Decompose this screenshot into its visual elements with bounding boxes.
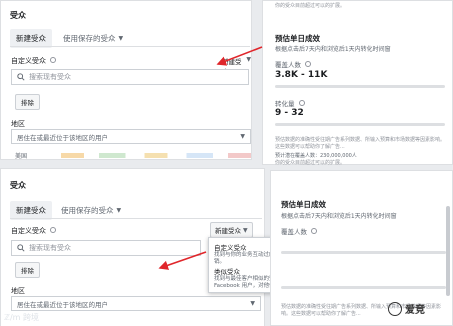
estimate-title: 预估单日成效 [281,200,326,209]
exclude-button[interactable]: 排除 [15,94,40,110]
info-icon [311,228,318,234]
search-placeholder: 搜索现有受众 [29,244,71,252]
reach-bar [275,85,445,88]
reach-bar [281,251,446,254]
reach-label: 覆盖人数 [275,59,312,69]
region-select[interactable]: 居住在或最近位于该地区的用户 ▼ [11,129,251,144]
search-icon [17,244,25,252]
search-icon [17,73,25,81]
estimate-panel-bottom: 预估单日成效 根据点击后7天内和浏览后1天内转化时间窗 覆盖人数 预估数据的准确… [270,170,453,326]
conversion-bar [281,286,446,289]
blurred-strip [61,153,251,158]
region-label: 地区 [11,287,25,295]
reach-label-text: 覆盖人数 [281,228,307,236]
new-audience-button[interactable]: 新建受众 ▼ [210,222,253,238]
watermark-logo-icon [388,301,402,316]
tab-divider [10,46,250,47]
region-select-value: 居住在或最近位于该地区的用户 [17,133,108,142]
custom-audience-label-text: 自定义受众 [11,227,46,235]
estimate-title: 预估单日成效 [275,34,320,43]
reach-value: 3.8K - 11K [275,70,328,80]
region-select[interactable]: 居住在或最近位于该地区的用户 ▼ [11,296,261,311]
section-title: 受众 [10,11,26,20]
audience-search-input[interactable]: 搜索现有受众 [11,69,249,85]
watermark-left: ℤ/m 跨境 [4,313,39,322]
potential-reach: 预计潜在覆盖人数：230,000,000人 [275,153,357,159]
reach-label: 覆盖人数 [281,226,318,236]
estimate-subtitle: 根据点击后7天内和浏览后1天内转化时间窗 [275,46,391,53]
audience-note-bottom: 你的受众目前超过可以的扩展。 [275,160,346,166]
scrollbar[interactable] [446,206,450,296]
custom-audience-label: 自定义受众 [11,226,57,236]
watermark-right: 爱竞 [388,301,425,316]
chevron-down-icon: ▼ [250,300,255,307]
conversion-value: 9 - 32 [275,108,304,118]
estimate-panel-top: 你的受众目前超过可以的扩展。 预估单日成效 根据点击后7天内和浏览后1天内转化时… [262,0,453,166]
custom-audience-label-text: 自定义受众 [11,57,46,65]
watermark-right-text: 爱竞 [405,305,425,316]
audience-note-top: 你的受众目前超过可以的扩展。 [275,3,346,9]
audience-panel-top: 受众 新建受众 使用保存的受众 ▼ 自定义受众 新建受众 ▼ 搜索现有受众 排除… [0,0,252,160]
info-icon [50,57,57,63]
section-title: 受众 [10,181,26,190]
chevron-down-icon: ▼ [118,35,124,42]
reach-label-text: 覆盖人数 [275,61,301,69]
conversion-label: 转化量 [275,98,305,108]
audience-search-input[interactable]: 搜索现有受众 [11,240,201,256]
search-placeholder: 搜索现有受众 [29,73,71,81]
tab-divider [10,218,262,219]
tab-saved-audience[interactable]: 使用保存的受众 ▼ [61,205,121,216]
screenshot-canvas: 受众 新建受众 使用保存的受众 ▼ 自定义受众 新建受众 ▼ 搜索现有受众 排除… [0,0,453,326]
chevron-down-icon: ▼ [116,207,122,214]
region-chip-cut: 美国 [15,153,28,160]
tab-saved-label: 使用保存的受众 [61,206,114,215]
chevron-down-icon: ▼ [243,226,248,234]
chevron-down-icon: ▼ [240,133,245,140]
exclude-button[interactable]: 排除 [15,262,40,278]
estimate-disclaimer: 预估数据的准确性受往期广告系列数据、所输入预算和市场数据等因素影响。这些数据可以… [275,137,446,150]
region-label: 地区 [11,120,25,128]
custom-audience-label: 自定义受众 [11,56,57,66]
info-icon [50,227,57,233]
info-icon [305,61,312,67]
estimate-subtitle: 根据点击后7天内和浏览后1天内转化时间窗 [281,213,397,220]
conversion-bar [275,123,445,126]
info-icon [298,100,305,106]
tab-saved-audience[interactable]: 使用保存的受众 ▼ [63,33,123,44]
conversion-label-text: 转化量 [275,100,295,108]
region-select-value: 居住在或最近位于该地区的用户 [17,300,108,309]
tab-saved-label: 使用保存的受众 [63,34,116,43]
new-audience-button-label: 新建受众 [215,227,241,235]
